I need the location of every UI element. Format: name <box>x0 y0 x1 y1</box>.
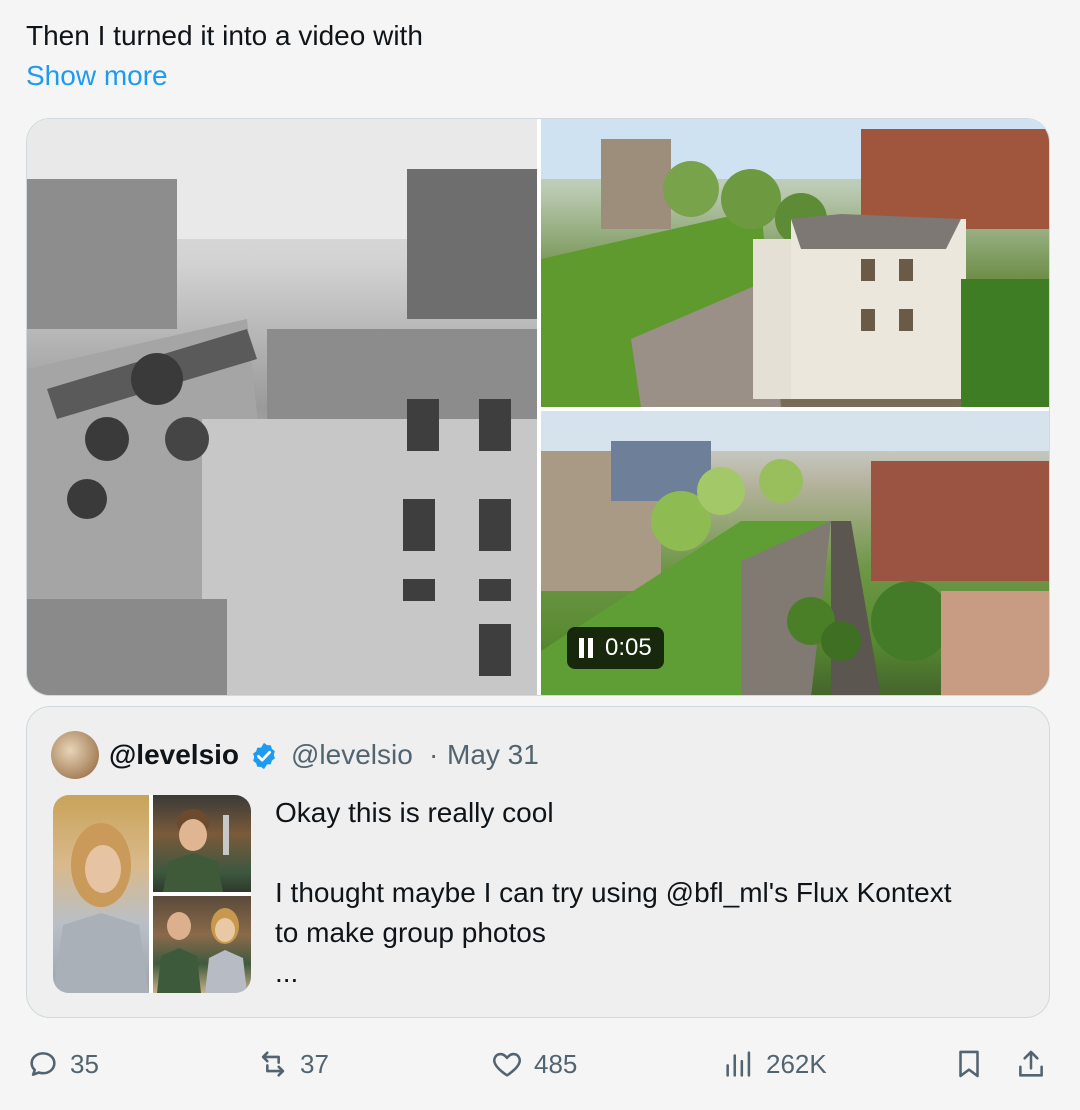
views-count: 262K <box>766 1048 827 1079</box>
quote-date[interactable]: May 31 <box>447 739 539 771</box>
quote-media-grid[interactable] <box>53 795 251 993</box>
show-more-link[interactable]: Show more <box>26 58 168 94</box>
analytics-icon <box>726 1051 751 1077</box>
quote-separator: · <box>429 739 439 770</box>
quote-line <box>275 833 1025 873</box>
heart-icon <box>493 1052 521 1077</box>
media-grid: 0:05 <box>26 118 1050 696</box>
tweet-text: Then I turned it into a video with <box>26 20 423 51</box>
quote-line: to make group photos <box>275 917 546 948</box>
quote-photo-group <box>153 896 251 993</box>
quote-line: ... <box>275 957 299 988</box>
like-button[interactable]: 485 <box>490 1040 577 1088</box>
views-button[interactable]: 262K <box>722 1040 827 1088</box>
action-bar: 35 37 485 262K <box>0 1040 1080 1088</box>
quote-photo-man <box>153 795 251 892</box>
avatar[interactable] <box>51 731 99 779</box>
video-timestamp-badge: 0:05 <box>567 627 664 669</box>
quoted-tweet[interactable]: @levelsio @levelsio · May 31 Okay this i… <box>26 706 1050 1018</box>
quote-line: I thought maybe I can try using @bfl_ml'… <box>275 877 952 908</box>
bookmark-button[interactable] <box>952 1040 986 1088</box>
quote-handle[interactable]: @levelsio <box>291 739 413 771</box>
colorized-photo[interactable] <box>541 119 1049 407</box>
repost-icon <box>261 1051 285 1077</box>
quote-display-name[interactable]: @levelsio <box>109 739 239 771</box>
quote-line: Okay this is really cool <box>275 797 554 828</box>
historic-photo[interactable] <box>27 119 537 695</box>
bookmark-icon <box>959 1050 979 1078</box>
reply-count: 35 <box>70 1048 99 1079</box>
share-button[interactable] <box>1014 1040 1048 1088</box>
pause-icon[interactable] <box>579 638 593 658</box>
quote-text: Okay this is really cool I thought maybe… <box>275 793 1025 993</box>
reply-button[interactable]: 35 <box>26 1040 99 1088</box>
video-time: 0:05 <box>605 634 652 661</box>
repost-count: 37 <box>300 1048 329 1079</box>
like-count: 485 <box>534 1048 578 1079</box>
reply-icon <box>30 1052 56 1076</box>
video-player[interactable]: 0:05 <box>541 411 1049 695</box>
verified-badge-icon <box>253 742 275 770</box>
quote-photo-woman <box>53 795 149 993</box>
repost-button[interactable]: 37 <box>256 1040 329 1088</box>
share-icon <box>1019 1050 1043 1077</box>
